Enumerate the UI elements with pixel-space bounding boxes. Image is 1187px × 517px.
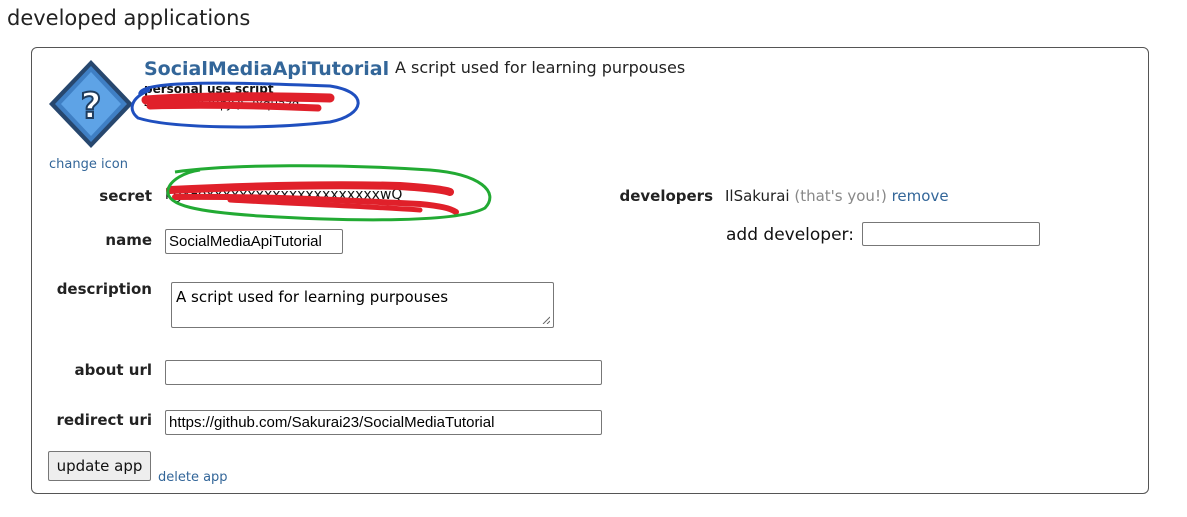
- name-label: name: [105, 231, 152, 249]
- secret-value: kgxFoxxxxxxxxxxxxxxxxxxxxxwQ: [165, 187, 403, 203]
- name-input[interactable]: [165, 229, 343, 254]
- resize-grip-icon[interactable]: [542, 316, 550, 324]
- add-developer-input[interactable]: [862, 222, 1040, 246]
- description-label: description: [56, 280, 152, 298]
- page-title: developed applications: [7, 6, 251, 30]
- app-name[interactable]: SocialMediaApiTutorial: [144, 58, 389, 80]
- developer-name: IlSakurai: [725, 187, 790, 205]
- question-diamond-icon: ?: [49, 60, 133, 148]
- you-note: (that's you!): [794, 187, 887, 205]
- about-url-label: about url: [74, 361, 152, 379]
- description-textarea-value: A script used for learning purpouses: [176, 288, 449, 306]
- about-url-input[interactable]: [165, 360, 602, 385]
- remove-developer-link[interactable]: remove: [892, 187, 949, 205]
- description-textarea[interactable]: A script used for learning purpouses: [171, 282, 554, 328]
- app-type-label: personal use script: [144, 82, 274, 96]
- update-app-button[interactable]: update app: [48, 451, 151, 481]
- developers-label: developers: [619, 187, 713, 205]
- client-id: 4EuhXxxx3RpJQS2xquazg: [144, 97, 300, 111]
- add-developer-label: add developer:: [726, 225, 854, 245]
- delete-app-link[interactable]: delete app: [158, 470, 228, 485]
- svg-text:?: ?: [81, 86, 102, 127]
- redirect-uri-label: redirect uri: [56, 411, 152, 429]
- change-icon-link[interactable]: change icon: [49, 157, 128, 172]
- redirect-uri-input[interactable]: [165, 410, 602, 435]
- app-description-text: A script used for learning purpouses: [395, 58, 686, 77]
- secret-label: secret: [99, 187, 152, 205]
- developer-entry: IlSakurai (that's you!) remove: [725, 187, 949, 205]
